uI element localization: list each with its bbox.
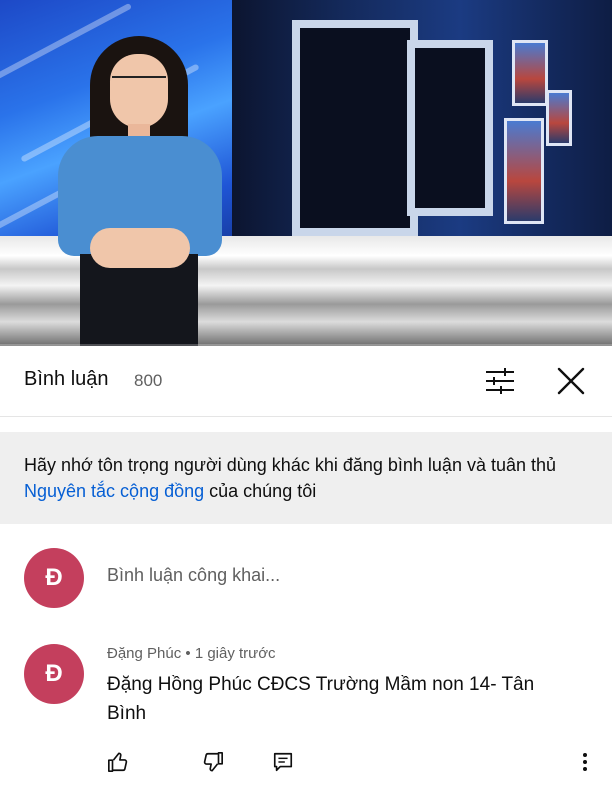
news-anchor xyxy=(50,28,230,346)
comment-author-avatar[interactable]: Đ xyxy=(24,644,84,704)
meta-separator: • xyxy=(181,645,195,662)
dislike-button[interactable] xyxy=(193,742,233,782)
comment-composer[interactable]: Đ Bình luận công khai... xyxy=(0,524,612,621)
comment-text: Đặng Hồng Phúc CĐCS Trường Mầm non 14- T… xyxy=(107,674,535,724)
video-player[interactable] xyxy=(0,0,612,346)
comments-header: Bình luận 800 xyxy=(0,346,612,417)
avatar-letter: Đ xyxy=(45,564,63,591)
thumbs-down-icon xyxy=(203,752,223,772)
comment-author[interactable]: Đặng Phúc xyxy=(107,645,181,662)
reply-button[interactable] xyxy=(263,742,303,782)
close-icon xyxy=(557,367,585,395)
comment-item: Đ Đặng Phúc • 1 giây trước Đặng Hồng Phú… xyxy=(0,620,612,800)
thumbs-up-icon xyxy=(108,752,128,772)
comment-meta: Đặng Phúc • 1 giây trước xyxy=(107,645,276,662)
notice-text-before: Hãy nhớ tôn trọng người dùng khác khi đă… xyxy=(24,455,557,475)
filter-button[interactable] xyxy=(480,361,520,401)
avatar: Đ xyxy=(24,548,84,608)
notice-text-after: của chúng tôi xyxy=(204,481,317,501)
sliders-icon xyxy=(486,368,514,394)
comments-title: Bình luận xyxy=(24,368,109,390)
comment-time: 1 giây trước xyxy=(194,645,276,662)
reply-icon xyxy=(273,752,293,772)
community-guidelines-link[interactable]: Nguyên tắc cộng đồng xyxy=(24,481,204,501)
like-button[interactable] xyxy=(98,742,138,782)
more-vertical-icon xyxy=(583,753,587,771)
close-button[interactable] xyxy=(551,361,591,401)
community-guidelines-notice: Hãy nhớ tôn trọng người dùng khác khi đă… xyxy=(0,432,612,524)
more-options-button[interactable] xyxy=(565,742,605,782)
comment-input[interactable]: Bình luận công khai... xyxy=(107,565,280,586)
studio-background-right xyxy=(232,0,612,250)
avatar-letter: Đ xyxy=(45,660,63,687)
comments-count: 800 xyxy=(134,371,163,390)
